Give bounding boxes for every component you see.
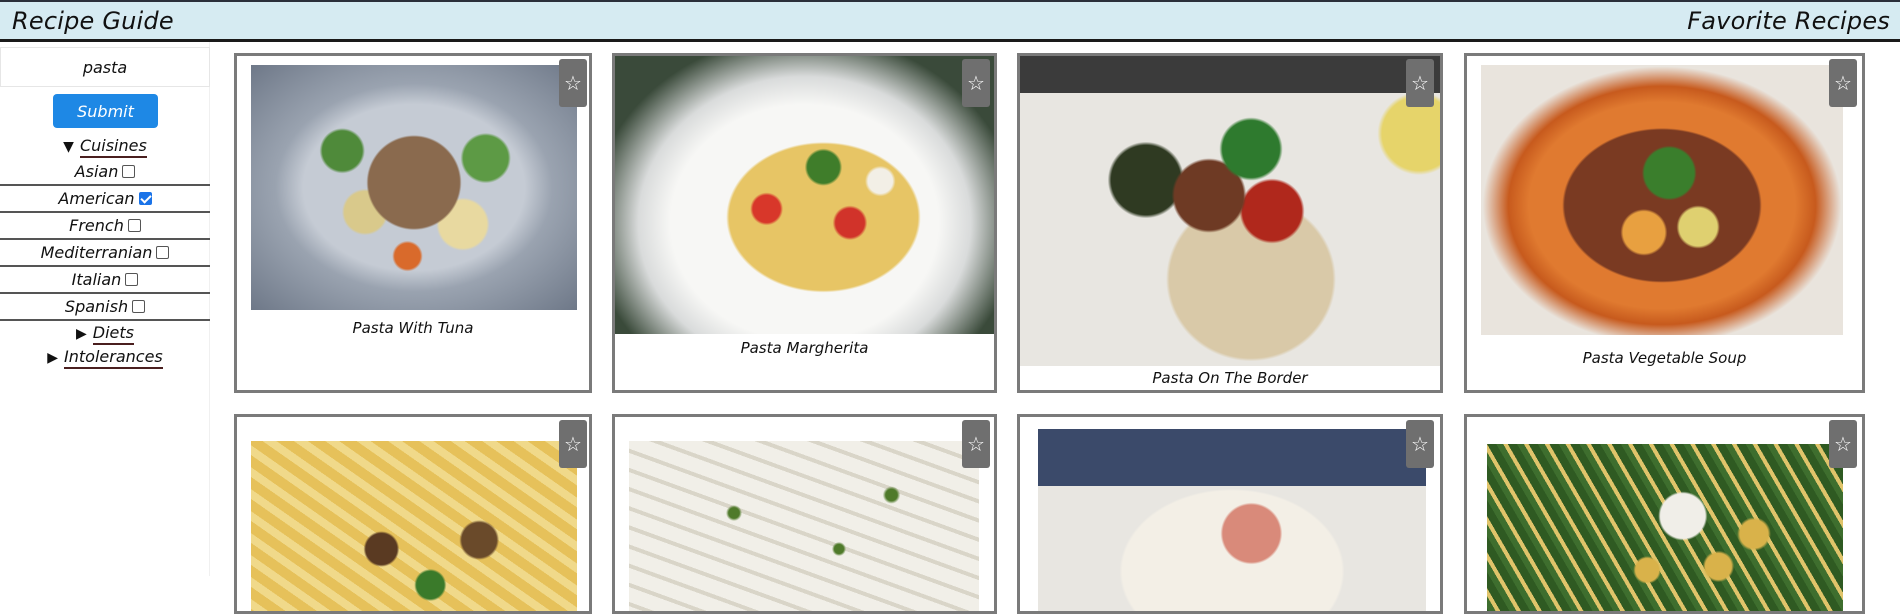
cuisine-label: Asian	[74, 162, 119, 181]
recipe-title[interactable]: Pasta Margherita	[615, 339, 994, 357]
recipe-card[interactable]: ☆	[1464, 414, 1865, 614]
favorite-star-icon[interactable]: ☆	[962, 420, 990, 468]
cuisine-item-spanish[interactable]: Spanish	[0, 294, 210, 321]
favorite-star-icon[interactable]: ☆	[1829, 420, 1857, 468]
recipe-image[interactable]	[1481, 65, 1843, 335]
recipe-card[interactable]: Pasta Margherita ☆	[612, 53, 997, 393]
cuisine-label: French	[69, 216, 124, 235]
recipe-image[interactable]	[1038, 429, 1426, 611]
cuisine-checkbox[interactable]	[122, 165, 136, 178]
diets-label: Diets	[92, 323, 134, 345]
intolerances-label: Intolerances	[64, 347, 163, 369]
cuisine-item-mediterranian[interactable]: Mediterranian	[0, 240, 210, 267]
cuisines-label: Cuisines	[79, 136, 147, 158]
recipe-title[interactable]: Pasta Vegetable Soup	[1467, 349, 1862, 367]
recipe-image[interactable]	[1487, 444, 1843, 611]
cuisine-item-italian[interactable]: Italian	[0, 267, 210, 294]
favorite-star-icon[interactable]: ☆	[1829, 59, 1857, 107]
diets-toggle[interactable]: ▶ Diets	[0, 322, 210, 345]
sidebar: Submit ▼ Cuisines Asian American French M…	[0, 42, 210, 576]
recipe-image[interactable]	[251, 441, 577, 611]
recipe-image[interactable]	[251, 65, 577, 310]
recipe-title[interactable]: Pasta With Tuna	[237, 319, 589, 337]
cuisine-checkbox[interactable]	[127, 219, 141, 232]
collapsed-arrow-icon: ▶	[47, 350, 59, 366]
favorite-star-icon[interactable]: ☆	[962, 59, 990, 107]
recipe-image[interactable]	[1020, 56, 1440, 366]
recipe-card[interactable]: Pasta With Tuna ☆	[234, 53, 592, 393]
cuisine-checkbox[interactable]	[156, 246, 170, 259]
favorite-recipes-link[interactable]: Favorite Recipes	[1687, 7, 1890, 35]
cuisine-label: American	[58, 189, 135, 208]
recipe-image[interactable]	[629, 441, 979, 611]
top-bar: Recipe Guide Favorite Recipes	[0, 0, 1900, 42]
recipe-card[interactable]: ☆	[1017, 414, 1443, 614]
recipe-card[interactable]: ☆	[234, 414, 592, 614]
cuisine-checkbox[interactable]	[125, 273, 139, 286]
favorite-star-icon[interactable]: ☆	[1406, 420, 1434, 468]
cuisine-label: Mediterranian	[40, 243, 153, 262]
recipe-card[interactable]: Pasta On The Border ☆	[1017, 53, 1443, 393]
recipe-title[interactable]: Pasta On The Border	[1020, 369, 1440, 387]
recipe-image[interactable]	[615, 56, 994, 334]
cuisine-label: Italian	[71, 270, 122, 289]
cuisine-label: Spanish	[64, 297, 129, 316]
cuisine-item-asian[interactable]: Asian	[0, 159, 210, 186]
favorite-star-icon[interactable]: ☆	[559, 420, 587, 468]
favorite-star-icon[interactable]: ☆	[559, 59, 587, 107]
cuisine-item-american[interactable]: American	[0, 186, 210, 213]
recipe-card[interactable]: Pasta Vegetable Soup ☆	[1464, 53, 1865, 393]
app-title[interactable]: Recipe Guide	[12, 7, 174, 35]
expanded-arrow-icon: ▼	[63, 139, 74, 155]
cuisines-toggle[interactable]: ▼ Cuisines	[0, 135, 210, 158]
cuisine-checkbox[interactable]	[138, 192, 152, 205]
search-input[interactable]	[0, 47, 210, 87]
submit-button[interactable]: Submit	[53, 94, 158, 128]
favorite-star-icon[interactable]: ☆	[1406, 59, 1434, 107]
collapsed-arrow-icon: ▶	[76, 326, 87, 342]
recipe-card[interactable]: ☆	[612, 414, 997, 614]
cuisine-item-french[interactable]: French	[0, 213, 210, 240]
cuisine-checkbox[interactable]	[132, 300, 146, 313]
intolerances-toggle[interactable]: ▶ Intolerances	[0, 346, 210, 369]
